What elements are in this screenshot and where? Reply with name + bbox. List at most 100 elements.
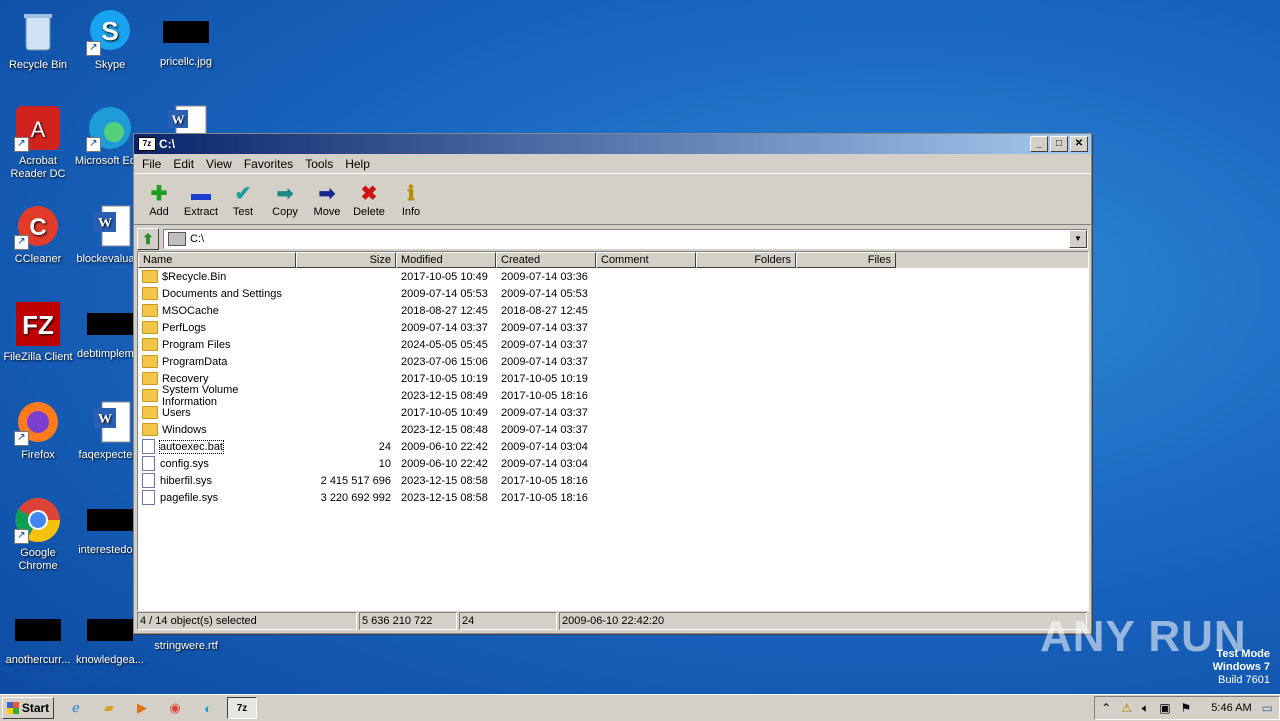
folder-icon bbox=[142, 406, 158, 419]
file-list[interactable]: Name Size Modified Created Comment Folde… bbox=[137, 251, 1089, 611]
list-item-name-text: Users bbox=[162, 406, 191, 419]
column-name[interactable]: Name bbox=[138, 252, 296, 268]
menu-bar: File Edit View Favorites Tools Help bbox=[134, 154, 1091, 173]
close-button[interactable]: ✕ bbox=[1070, 136, 1088, 152]
desktop-icon-firefox[interactable]: ↗ Firefox bbox=[0, 398, 76, 462]
svg-text:A: A bbox=[31, 117, 46, 142]
list-item[interactable]: $Recycle.Bin 2017-10-05 10:49 2009-07-14 0… bbox=[138, 268, 1088, 285]
tray-expand-icon[interactable]: ⌃ bbox=[1101, 701, 1111, 715]
system-tray: ⌃ ⚠ 🔈︎ ▣ ⚑ 5:46 AM ▭ bbox=[1094, 696, 1280, 720]
recycle-bin-icon bbox=[14, 8, 62, 56]
list-item[interactable]: Documents and Settings 2009-07-14 05:53 20… bbox=[138, 285, 1088, 302]
minimize-button[interactable]: _ bbox=[1030, 136, 1048, 152]
list-item-created: 2017-10-05 18:16 bbox=[501, 389, 588, 402]
folder-icon bbox=[142, 321, 158, 334]
list-item-name: autoexec.bat bbox=[138, 439, 296, 454]
chrome-icon: ↗ bbox=[14, 496, 62, 544]
menu-tools[interactable]: Tools bbox=[299, 157, 339, 171]
add-label: Add bbox=[149, 206, 169, 218]
extract-label: Extract bbox=[183, 206, 219, 218]
svg-text:W: W bbox=[98, 216, 112, 231]
redacted-thumbnail bbox=[87, 619, 133, 641]
flag-icon[interactable]: ⚑ bbox=[1181, 701, 1192, 715]
edge-taskbar-icon[interactable]: ◐ bbox=[197, 698, 219, 718]
7zip-taskbar-button[interactable]: 7z bbox=[227, 697, 257, 719]
up-folder-button[interactable]: ⬆ bbox=[137, 228, 159, 250]
test-button[interactable]: ✔ Test bbox=[222, 182, 264, 224]
list-item[interactable]: Program Files 2024-05-05 05:45 2009-07-14 … bbox=[138, 336, 1088, 353]
list-item[interactable]: Windows 2023-12-15 08:48 2009-07-14 03:37 bbox=[138, 421, 1088, 438]
column-modified[interactable]: Modified bbox=[396, 252, 496, 268]
drive-icon bbox=[168, 232, 186, 246]
list-item-created: 2009-07-14 03:37 bbox=[501, 321, 588, 334]
list-item-name-text: MSOCache bbox=[162, 304, 219, 317]
extract-button[interactable]: ▬ Extract bbox=[180, 182, 222, 224]
column-files[interactable]: Files bbox=[796, 252, 896, 268]
menu-file[interactable]: File bbox=[136, 157, 167, 171]
desktop-icon-recycle-bin[interactable]: Recycle Bin bbox=[0, 8, 76, 72]
desktop-icon-stringwere[interactable]: stringwere.rtf bbox=[148, 640, 224, 653]
list-item-created: 2018-08-27 12:45 bbox=[501, 304, 588, 317]
list-item[interactable]: autoexec.bat 24 2009-06-10 22:42 2009-07-14… bbox=[138, 438, 1088, 455]
volume-icon[interactable]: 🔈︎ bbox=[1142, 701, 1149, 716]
test-label: Test bbox=[232, 206, 254, 218]
list-item[interactable]: Users 2017-10-05 10:49 2009-07-14 03:37 bbox=[138, 404, 1088, 421]
address-combobox[interactable]: C:\ ▼ bbox=[163, 229, 1088, 249]
list-item-name: $Recycle.Bin bbox=[138, 270, 296, 283]
file-icon bbox=[142, 473, 155, 488]
window-titlebar[interactable]: 7z C:\ _ □ ✕ bbox=[134, 134, 1091, 154]
info-button[interactable]: ℹ Info bbox=[390, 182, 432, 224]
list-item[interactable]: System Volume Information 2023-12-15 08:4… bbox=[138, 384, 1088, 408]
list-item-name-text: System Volume Information bbox=[162, 383, 239, 408]
column-comment[interactable]: Comment bbox=[596, 252, 696, 268]
list-item-name: PerfLogs bbox=[138, 321, 296, 334]
desktop-icon-filezilla[interactable]: FZ FileZilla Client bbox=[0, 300, 76, 364]
list-item[interactable]: pagefile.sys 3 220 692 992 2023-12-15 08:5… bbox=[138, 489, 1088, 506]
7zip-app-icon: 7z bbox=[138, 137, 156, 151]
redacted-thumbnail bbox=[87, 509, 133, 531]
column-created[interactable]: Created bbox=[496, 252, 596, 268]
check-icon: ✔ bbox=[234, 183, 252, 205]
start-button[interactable]: Start bbox=[2, 697, 54, 719]
chevron-down-icon[interactable]: ▼ bbox=[1069, 230, 1087, 248]
column-folders[interactable]: Folders bbox=[696, 252, 796, 268]
list-item-modified: 2009-07-14 05:53 bbox=[401, 287, 488, 300]
maximize-button[interactable]: □ bbox=[1050, 136, 1068, 152]
list-item-created: 2009-07-14 03:04 bbox=[501, 440, 588, 453]
desktop-icon-ccleaner[interactable]: C ↗ CCleaner bbox=[0, 202, 76, 266]
desktop-icon-skype[interactable]: S ↗ Skype bbox=[72, 8, 148, 72]
move-button[interactable]: ➡ Move bbox=[306, 182, 348, 224]
show-desktop-icon[interactable]: ▭ bbox=[1262, 701, 1273, 715]
list-item[interactable]: config.sys 10 2009-06-10 22:42 2009-07-14 0… bbox=[138, 455, 1088, 472]
clock[interactable]: 5:46 AM bbox=[1211, 702, 1251, 714]
desktop-icon-anothercurr[interactable]: anothercurr... bbox=[0, 606, 76, 667]
desktop-icon-chrome[interactable]: ↗ Google Chrome bbox=[0, 496, 76, 573]
list-item[interactable]: hiberfil.sys 2 415 517 696 2023-12-15 08:5… bbox=[138, 472, 1088, 489]
ccleaner-icon: C ↗ bbox=[14, 202, 62, 250]
folder-icon bbox=[142, 355, 158, 368]
delete-button[interactable]: ✖ Delete bbox=[348, 182, 390, 224]
column-size[interactable]: Size bbox=[296, 252, 396, 268]
network-icon[interactable]: ▣ bbox=[1159, 701, 1170, 715]
toolbar: ✚ Add ▬ Extract ✔ Test ➡ Copy ➡ Move ✖ D… bbox=[134, 173, 1091, 225]
media-player-taskbar-icon[interactable]: ▶ bbox=[131, 698, 153, 718]
delete-x-icon: ✖ bbox=[360, 183, 378, 205]
menu-favorites[interactable]: Favorites bbox=[238, 157, 299, 171]
copy-button[interactable]: ➡ Copy bbox=[264, 182, 306, 224]
desktop-icon-acrobat[interactable]: A ↗ Acrobat Reader DC bbox=[0, 104, 76, 181]
list-item-name-text: pagefile.sys bbox=[160, 491, 219, 504]
list-item-modified: 2024-05-05 05:45 bbox=[401, 338, 488, 351]
list-item-modified: 2017-10-05 10:49 bbox=[401, 270, 488, 283]
desktop-icon-pricellc[interactable]: pricellc.jpg bbox=[148, 8, 224, 69]
menu-view[interactable]: View bbox=[200, 157, 238, 171]
explorer-taskbar-icon[interactable]: ▰ bbox=[98, 698, 120, 718]
menu-help[interactable]: Help bbox=[339, 157, 376, 171]
list-item[interactable]: ProgramData 2023-07-06 15:06 2009-07-14 03… bbox=[138, 353, 1088, 370]
menu-edit[interactable]: Edit bbox=[167, 157, 200, 171]
warning-icon[interactable]: ⚠ bbox=[1121, 701, 1132, 715]
chrome-taskbar-icon[interactable]: ◉ bbox=[164, 698, 186, 718]
add-button[interactable]: ✚ Add bbox=[138, 182, 180, 224]
ie-taskbar-icon[interactable]: ℯ bbox=[65, 698, 87, 718]
list-item[interactable]: MSOCache 2018-08-27 12:45 2018-08-27 12:45 bbox=[138, 302, 1088, 319]
list-item[interactable]: PerfLogs 2009-07-14 03:37 2009-07-14 03:37 bbox=[138, 319, 1088, 336]
